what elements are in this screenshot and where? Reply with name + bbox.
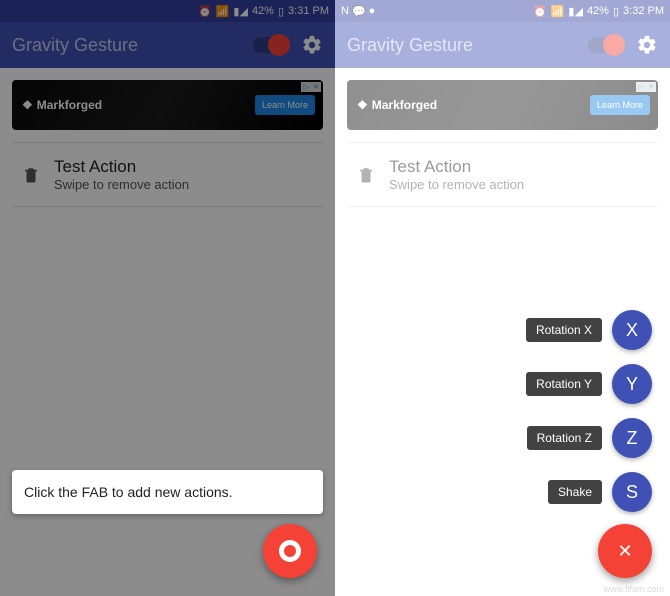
speed-dial-label: Rotation Y xyxy=(526,372,602,396)
speed-dial-label: Rotation Z xyxy=(527,426,602,450)
notification-icon: N xyxy=(341,5,349,18)
ad-controls[interactable]: ▷ ✕ xyxy=(301,82,321,92)
app-bar: Gravity Gesture xyxy=(335,22,670,68)
trash-icon[interactable] xyxy=(22,165,40,185)
speed-dial-rotation-z[interactable]: Rotation Z Z xyxy=(527,418,652,458)
status-bar: ⏰ 📶 ▮◢ 42% ▯ 3:31 PM xyxy=(0,0,335,22)
ad-close-icon[interactable]: ✕ xyxy=(646,82,656,92)
recording-toggle[interactable] xyxy=(588,37,622,53)
mini-fab-s[interactable]: S xyxy=(612,472,652,512)
adchoices-icon[interactable]: ▷ xyxy=(301,82,311,92)
mini-fab-x[interactable]: X xyxy=(612,310,652,350)
screenshot-right: N 💬 ● ⏰ 📶 ▮◢ 42% ▯ 3:32 PM Gravity Gestu… xyxy=(335,0,670,596)
ad-brand: ❖ Markforged xyxy=(22,98,102,112)
battery-icon: ▯ xyxy=(278,5,284,18)
ad-close-icon[interactable]: ✕ xyxy=(311,82,321,92)
watermark: www.fifam.com xyxy=(603,584,664,594)
ad-banner[interactable]: ▷ ✕ ❖ Markforged Learn More xyxy=(347,80,658,130)
speed-dial-label: Rotation X xyxy=(526,318,602,342)
speed-dial-rotation-x[interactable]: Rotation X X xyxy=(526,310,652,350)
close-icon: ✕ xyxy=(617,542,632,560)
app-title: Gravity Gesture xyxy=(347,35,473,56)
speed-dial-rotation-y[interactable]: Rotation Y Y xyxy=(526,364,652,404)
action-title: Test Action xyxy=(389,157,524,177)
record-icon xyxy=(279,540,301,562)
ad-banner[interactable]: ▷ ✕ ❖ Markforged Learn More xyxy=(12,80,323,130)
adchoices-icon[interactable]: ▷ xyxy=(636,82,646,92)
screenshot-left: ⏰ 📶 ▮◢ 42% ▯ 3:31 PM Gravity Gesture ▷ ✕… xyxy=(0,0,335,596)
add-action-fab[interactable] xyxy=(263,524,317,578)
mini-fab-z[interactable]: Z xyxy=(612,418,652,458)
gear-icon[interactable] xyxy=(636,34,658,56)
alarm-icon: ⏰ xyxy=(198,5,212,18)
clock: 3:31 PM xyxy=(288,5,329,17)
action-list-item[interactable]: Test Action Swipe to remove action xyxy=(12,142,323,207)
speed-dial-label: Shake xyxy=(548,480,602,504)
battery-percent: 42% xyxy=(587,5,609,17)
battery-percent: 42% xyxy=(252,5,274,17)
speed-dial-shake[interactable]: Shake S xyxy=(548,472,652,512)
mini-fab-y[interactable]: Y xyxy=(612,364,652,404)
messenger-icon: 💬 xyxy=(352,5,366,18)
wifi-icon: 📶 xyxy=(551,5,565,18)
recording-toggle[interactable] xyxy=(253,37,287,53)
markforged-logo-icon: ❖ xyxy=(357,98,368,112)
signal-icon: ▮◢ xyxy=(233,5,248,18)
fab-speed-dial: Rotation X X Rotation Y Y Rotation Z Z S… xyxy=(526,310,652,512)
gear-icon[interactable] xyxy=(301,34,323,56)
close-speed-dial-fab[interactable]: ✕ xyxy=(598,524,652,578)
app-title: Gravity Gesture xyxy=(12,35,138,56)
ad-brand: ❖ Markforged xyxy=(357,98,437,112)
notification-dot-icon: ● xyxy=(369,5,376,18)
signal-icon: ▮◢ xyxy=(568,5,583,18)
action-list-item[interactable]: Test Action Swipe to remove action xyxy=(347,142,658,207)
ad-cta-button[interactable]: Learn More xyxy=(590,95,650,115)
status-bar: N 💬 ● ⏰ 📶 ▮◢ 42% ▯ 3:32 PM xyxy=(335,0,670,22)
action-title: Test Action xyxy=(54,157,189,177)
action-subtitle: Swipe to remove action xyxy=(54,177,189,192)
action-subtitle: Swipe to remove action xyxy=(389,177,524,192)
battery-icon: ▯ xyxy=(613,5,619,18)
markforged-logo-icon: ❖ xyxy=(22,98,33,112)
trash-icon[interactable] xyxy=(357,165,375,185)
ad-controls[interactable]: ▷ ✕ xyxy=(636,82,656,92)
ad-cta-button[interactable]: Learn More xyxy=(255,95,315,115)
clock: 3:32 PM xyxy=(623,5,664,17)
alarm-icon: ⏰ xyxy=(533,5,547,18)
app-bar: Gravity Gesture xyxy=(0,22,335,68)
wifi-icon: 📶 xyxy=(216,5,230,18)
onboarding-tooltip: Click the FAB to add new actions. xyxy=(12,470,323,514)
